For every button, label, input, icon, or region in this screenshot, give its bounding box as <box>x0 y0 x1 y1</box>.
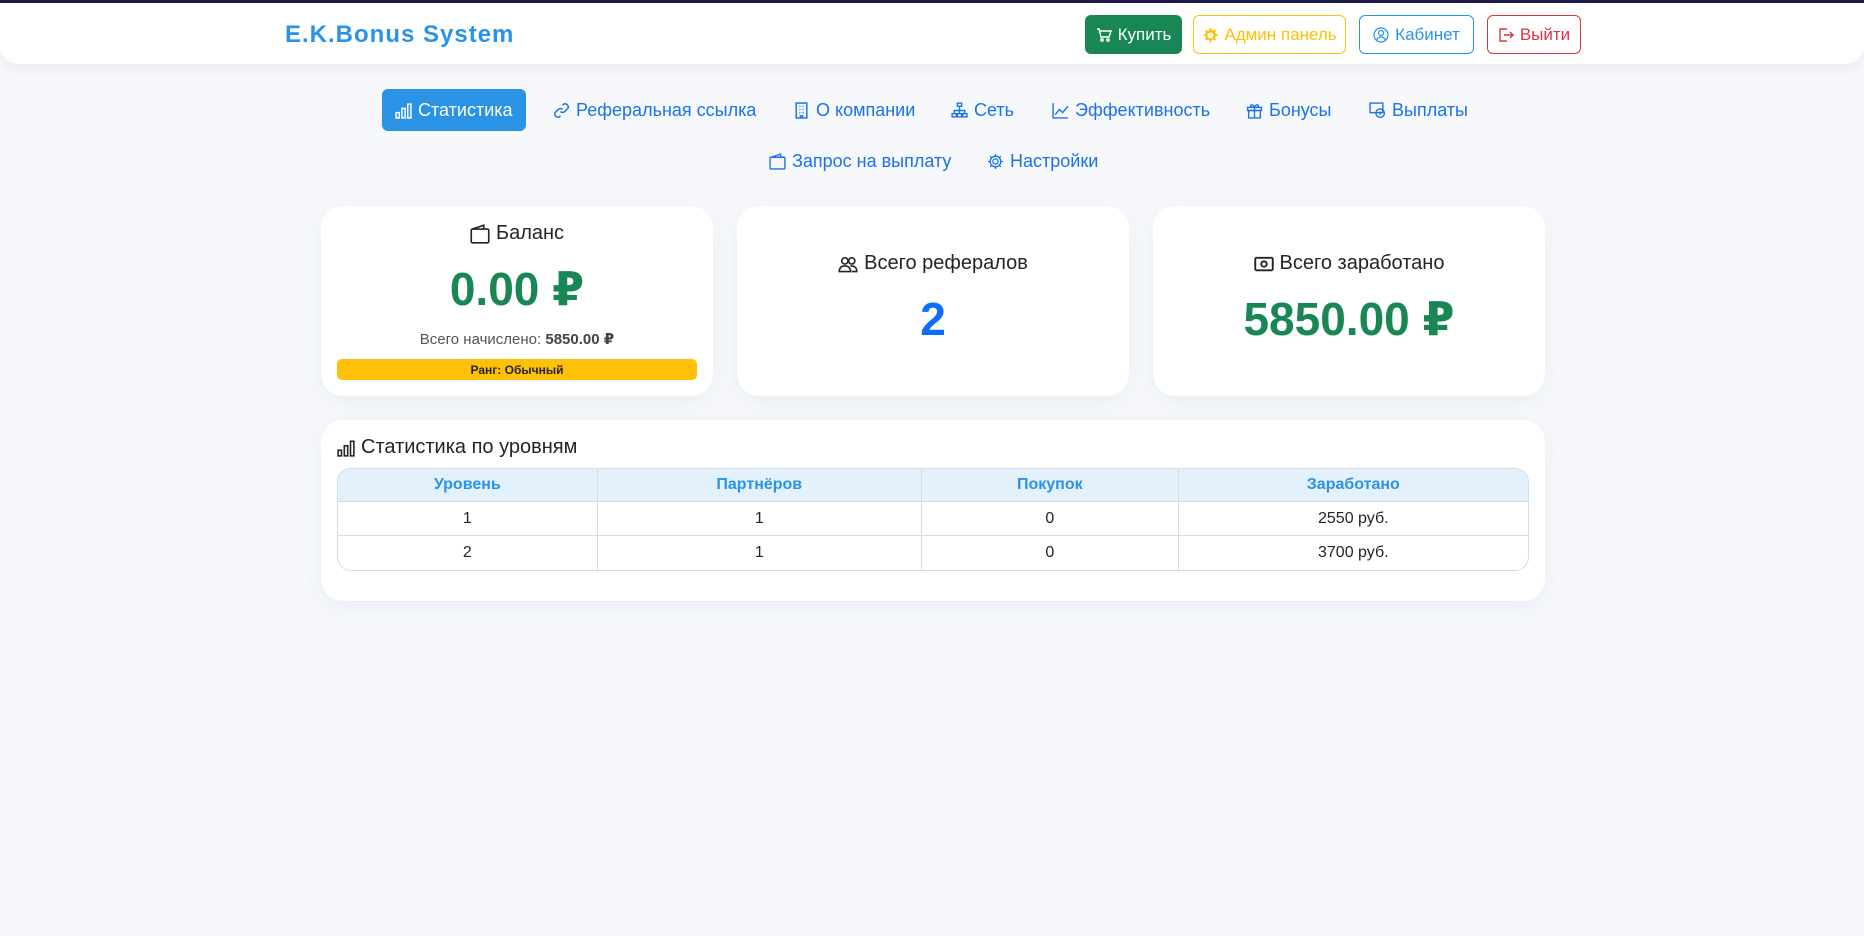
logout-button[interactable]: Выйти <box>1487 15 1581 54</box>
admin-panel-button[interactable]: Админ панель <box>1193 15 1346 54</box>
levels-table: Уровень Партнёров Покупок Заработано 1 1… <box>337 468 1529 571</box>
balance-title-text: Баланс <box>495 222 565 244</box>
tab-referral-link[interactable]: Реферальная ссылка <box>540 89 769 131</box>
tab-referral-link-label: Реферальная ссылка <box>576 99 757 120</box>
levels-title-text: Статистика по уровням <box>361 436 578 458</box>
cart-icon <box>1096 27 1112 42</box>
navbar: E.K.Bonus System Купить Админ панель Каб… <box>0 3 1864 64</box>
table-cell: 1 <box>597 502 922 536</box>
referrals-value: 2 <box>920 293 946 345</box>
tab-payout-request-label: Запрос на выплату <box>792 150 952 171</box>
balance-card: Баланс 0.00 ₽ Всего начислено: 5850.00 ₽… <box>321 206 713 396</box>
table-row: 1 1 0 2550 руб. <box>338 502 1528 536</box>
tab-about-company[interactable]: О компании <box>780 89 928 131</box>
total-accrued: Всего начислено: 5850.00 ₽ <box>321 330 713 348</box>
gear-icon <box>1203 27 1218 42</box>
tab-statistics-label: Статистика <box>418 99 513 120</box>
tab-bonuses-label: Бонусы <box>1269 99 1332 120</box>
earned-title-text: Всего заработано <box>1279 252 1445 274</box>
bar-chart-icon <box>337 439 355 457</box>
logout-label: Выйти <box>1519 24 1571 44</box>
building-icon <box>795 101 808 119</box>
balance-value: 0.00 ₽ <box>449 263 585 315</box>
tab-payouts[interactable]: Выплаты <box>1356 89 1481 131</box>
table-cell: 0 <box>922 502 1179 536</box>
total-accrued-value: 5850.00 ₽ <box>545 331 615 348</box>
tab-network-label: Сеть <box>974 99 1015 120</box>
earned-title: Всего заработано <box>1153 252 1545 275</box>
table-cell: 0 <box>922 536 1179 570</box>
balance-title: Баланс <box>321 222 713 245</box>
table-cell: 2 <box>338 536 598 570</box>
tab-about-company-label: О компании <box>816 99 916 120</box>
tab-efficiency-label: Эффективность <box>1075 99 1211 120</box>
cabinet-label: Кабинет <box>1395 24 1460 44</box>
tab-bonuses[interactable]: Бонусы <box>1233 89 1345 131</box>
table-cell: 1 <box>338 502 598 536</box>
referrals-title-text: Всего рефералов <box>864 252 1028 274</box>
table-row: 2 1 0 3700 руб. <box>338 536 1528 570</box>
referrals-card: Всего рефералов 2 <box>737 206 1129 396</box>
levels-title: Статистика по уровням <box>337 436 577 459</box>
tab-settings-label: Настройки <box>1010 150 1099 171</box>
tab-efficiency[interactable]: Эффективность <box>1039 89 1223 131</box>
earned-value: 5850.00 ₽ <box>1243 293 1455 345</box>
wallet-icon <box>769 152 786 170</box>
column-header-purchases: Покупок <box>922 469 1179 502</box>
tab-statistics[interactable]: Статистика <box>382 89 526 131</box>
gear-icon <box>988 153 1003 169</box>
tab-payout-request[interactable]: Запрос на выплату <box>756 140 964 182</box>
network-icon <box>951 101 968 118</box>
tab-network[interactable]: Сеть <box>938 89 1027 131</box>
column-header-level: Уровень <box>338 469 598 502</box>
graph-up-icon <box>1052 102 1069 119</box>
column-header-earned: Заработано <box>1178 469 1528 502</box>
person-circle-icon <box>1373 26 1389 43</box>
cabinet-button[interactable]: Кабинет <box>1359 15 1474 54</box>
table-header-row: Уровень Партнёров Покупок Заработано <box>338 469 1528 502</box>
tab-payouts-label: Выплаты <box>1392 99 1468 120</box>
buy-button[interactable]: Купить <box>1085 15 1182 54</box>
people-icon <box>838 256 858 272</box>
gift-icon <box>1246 103 1263 119</box>
logout-icon <box>1499 27 1514 42</box>
cash-coin-icon <box>1369 101 1386 118</box>
wallet-icon <box>470 223 490 244</box>
rank-badge: Ранг: Обычный <box>337 359 697 380</box>
levels-stats-card: Статистика по уровням Уровень Партнёров … <box>321 420 1545 601</box>
column-header-partners: Партнёров <box>597 469 922 502</box>
cash-icon <box>1253 256 1274 271</box>
total-accrued-label: Всего начислено: <box>419 331 542 348</box>
referrals-title: Всего рефералов <box>737 252 1129 275</box>
buy-button-label: Купить <box>1117 24 1172 44</box>
brand-logo[interactable]: E.K.Bonus System <box>285 21 514 49</box>
tab-settings[interactable]: Настройки <box>974 140 1111 182</box>
table-cell: 2550 руб. <box>1178 502 1528 536</box>
table-cell: 3700 руб. <box>1318 544 1389 561</box>
bar-chart-icon <box>395 102 412 119</box>
table-cell: 1 <box>598 536 922 570</box>
admin-panel-label: Админ панель <box>1224 24 1337 44</box>
earned-card: Всего заработано 5850.00 ₽ <box>1153 206 1545 396</box>
link-icon <box>554 102 569 118</box>
